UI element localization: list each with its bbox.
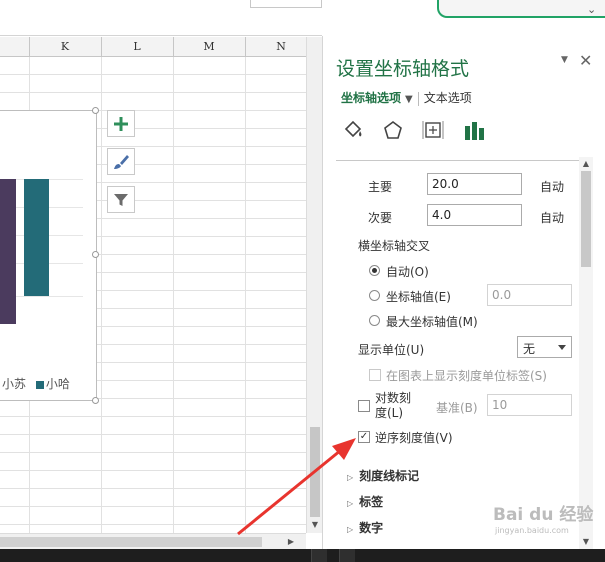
radio-auto-label[interactable]: 自动(O) bbox=[386, 263, 429, 280]
radio-max-axis-value-label[interactable]: 最大坐标轴值(M) bbox=[386, 313, 478, 330]
radio-auto[interactable] bbox=[369, 265, 380, 276]
log-scale-label-line2: 度(L) bbox=[375, 406, 404, 420]
minor-unit-input[interactable]: 4.0 bbox=[427, 204, 522, 226]
column-header-l[interactable]: L bbox=[127, 40, 147, 53]
radio-max-axis-value[interactable] bbox=[369, 315, 380, 326]
tab-divider bbox=[417, 91, 419, 106]
formula-bar-strip bbox=[0, 0, 322, 36]
legend-label-1: 小苏 bbox=[2, 377, 27, 391]
size-properties-icon bbox=[422, 121, 444, 139]
size-properties-tab[interactable] bbox=[421, 118, 445, 142]
chart-styles-button[interactable] bbox=[107, 148, 135, 175]
view-normal-button[interactable] bbox=[311, 549, 327, 562]
pane-options-icon[interactable]: ▼ bbox=[561, 55, 568, 65]
axis-value-input[interactable]: 0.0 bbox=[487, 284, 572, 306]
resize-handle-bottom-right[interactable] bbox=[92, 397, 99, 404]
scroll-up-icon[interactable]: ▲ bbox=[579, 157, 593, 171]
show-unit-label-checkbox[interactable] bbox=[369, 369, 381, 381]
log-scale-label-line1: 对数刻 bbox=[375, 391, 412, 405]
close-icon[interactable]: ✕ bbox=[579, 51, 592, 70]
pane-vertical-scrollbar[interactable]: ▲ ▼ bbox=[579, 157, 593, 549]
chart-filters-button[interactable] bbox=[107, 186, 135, 213]
chart-elements-button[interactable] bbox=[107, 110, 135, 137]
annotation-arrow bbox=[237, 438, 356, 536]
pane-title: 设置坐标轴格式 bbox=[336, 58, 470, 80]
fill-line-tab[interactable] bbox=[341, 118, 365, 142]
column-header-k[interactable]: K bbox=[55, 40, 75, 53]
major-unit-label: 主要 bbox=[368, 180, 393, 194]
display-units-select[interactable]: 无 bbox=[517, 336, 572, 358]
watermark-text: Bai du 经验 bbox=[493, 505, 594, 525]
tab-axis-options[interactable]: 坐标轴选项 bbox=[341, 91, 401, 105]
show-unit-label-text: 在图表上显示刻度单位标签(S) bbox=[386, 369, 547, 383]
axis-options-tab[interactable] bbox=[462, 118, 486, 142]
brush-icon bbox=[114, 154, 129, 169]
plus-icon bbox=[114, 116, 128, 131]
sheet-horizontal-scroll-thumb[interactable] bbox=[0, 537, 262, 547]
chart-object[interactable]: 小苏 小哈 bbox=[0, 110, 97, 401]
display-units-value: 无 bbox=[523, 342, 536, 356]
chevron-down-icon[interactable]: ⌄ bbox=[587, 3, 596, 16]
watermark-url: jingyan.baidu.com bbox=[495, 526, 569, 535]
view-layout-button[interactable] bbox=[339, 549, 355, 562]
legend-label-2: 小哈 bbox=[45, 377, 70, 391]
section-tick-marks-label: 刻度线标记 bbox=[359, 469, 420, 483]
column-header-n[interactable]: N bbox=[271, 40, 291, 53]
radio-axis-value[interactable] bbox=[369, 290, 380, 301]
major-auto-button[interactable]: 自动 bbox=[540, 178, 564, 195]
log-base-label: 基准(B) bbox=[436, 401, 478, 415]
chevron-down-icon bbox=[558, 345, 566, 350]
axis-options-body: 主要 20.0 自动 次要 4.0 自动 横坐标轴交叉 自动(O) 坐标轴值(E… bbox=[323, 161, 579, 549]
chart-legend[interactable]: 小苏 小哈 bbox=[0, 375, 70, 392]
watermark: Bai du 经验 jingyan.baidu.com bbox=[487, 496, 605, 544]
minor-auto-button[interactable]: 自动 bbox=[540, 209, 564, 226]
reverse-order-label[interactable]: 逆序刻度值(V) bbox=[375, 429, 453, 446]
bar-chart-icon bbox=[465, 122, 484, 140]
format-axis-pane: 设置坐标轴格式 ▼ ✕ 坐标轴选项 ▼ 文本选项 主要 20.0 自动 次要 4.0… bbox=[322, 36, 605, 549]
chart-bar-series-1[interactable] bbox=[0, 179, 16, 324]
minor-unit-label: 次要 bbox=[368, 211, 393, 225]
filter-icon bbox=[114, 193, 128, 206]
log-scale-checkbox[interactable] bbox=[358, 400, 370, 412]
resize-handle-top-right[interactable] bbox=[92, 107, 99, 114]
display-units-label: 显示单位(U) bbox=[358, 343, 425, 357]
section-number-label: 数字 bbox=[359, 521, 384, 535]
column-header-row: K L M N bbox=[0, 37, 306, 57]
taskbar-strip bbox=[0, 549, 605, 562]
section-labels-label: 标签 bbox=[359, 495, 384, 509]
fill-bucket-icon bbox=[344, 120, 362, 138]
cross-section-label: 横坐标轴交叉 bbox=[358, 239, 431, 253]
column-header-m[interactable]: M bbox=[199, 40, 219, 53]
ribbon-corner: ⌄ bbox=[437, 0, 605, 18]
radio-axis-value-label[interactable]: 坐标轴值(E) bbox=[386, 288, 451, 305]
major-unit-input[interactable]: 20.0 bbox=[427, 173, 522, 195]
effects-tab[interactable] bbox=[381, 118, 405, 142]
legend-swatch-2 bbox=[35, 380, 44, 389]
pane-tab-bar: 坐标轴选项 ▼ 文本选项 bbox=[341, 89, 472, 106]
tab-text-options[interactable]: 文本选项 bbox=[424, 91, 472, 105]
pane-scroll-thumb[interactable] bbox=[581, 171, 591, 267]
pentagon-icon bbox=[384, 121, 402, 139]
log-base-input[interactable]: 10 bbox=[487, 394, 572, 416]
resize-handle-right[interactable] bbox=[92, 251, 99, 258]
chart-bar-series-2[interactable] bbox=[24, 179, 49, 296]
caret-down-icon[interactable]: ▼ bbox=[405, 94, 413, 105]
